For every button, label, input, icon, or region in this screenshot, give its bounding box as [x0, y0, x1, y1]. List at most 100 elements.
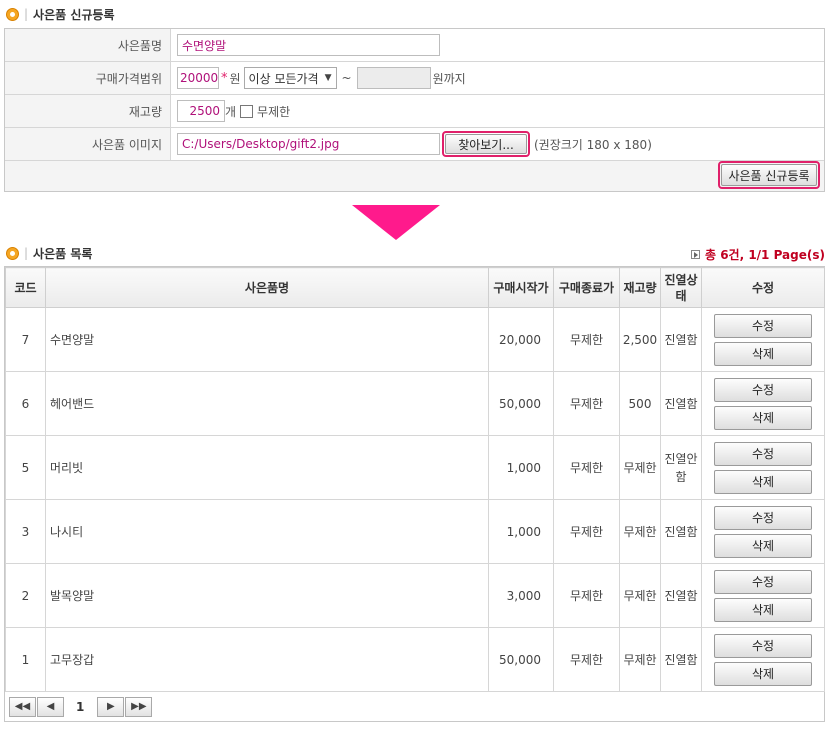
- delete-button[interactable]: 삭제: [714, 597, 812, 622]
- price-range-label: 구매가격범위: [5, 62, 171, 94]
- form-row-price: 구매가격범위 20000 * 원 이상 모든가격 ▼ ~ 원까지: [5, 62, 824, 95]
- cell-name: 머리빗: [45, 435, 489, 500]
- unlimited-checkbox[interactable]: [240, 104, 254, 118]
- delete-button[interactable]: 삭제: [714, 405, 812, 430]
- col-edit: 수정: [701, 267, 825, 308]
- register-section-title: | 사은품 신규등록: [6, 5, 115, 23]
- edit-button[interactable]: 수정: [714, 441, 812, 466]
- cell-start: 20,000: [488, 307, 554, 372]
- col-display: 진열상태: [660, 267, 702, 308]
- col-end-price: 구매종료가: [553, 267, 620, 308]
- size-hint: (권장크기 180 x 180): [534, 137, 652, 152]
- edit-button[interactable]: 수정: [714, 505, 812, 530]
- table-row: 3 나시티 1,000 무제한 무제한 진열함 수정 삭제: [5, 499, 825, 564]
- cell-stock: 500: [619, 371, 661, 436]
- col-name: 사은품명: [45, 267, 489, 308]
- stock-label: 재고량: [5, 95, 171, 127]
- image-label: 사은품 이미지: [5, 128, 171, 160]
- cell-code: 6: [5, 371, 46, 436]
- arrow-box-icon: [690, 249, 700, 259]
- cell-name: 발목양말: [45, 563, 489, 628]
- won-text: 원: [229, 71, 241, 86]
- cell-display: 진열함: [660, 307, 702, 372]
- delete-button[interactable]: 삭제: [714, 533, 812, 558]
- cell-name: 헤어밴드: [45, 371, 489, 436]
- cell-name: 수면양말: [45, 307, 489, 372]
- edit-button[interactable]: 수정: [714, 569, 812, 594]
- cell-end: 무제한: [553, 307, 620, 372]
- form-row-stock: 재고량 2500 개 무제한: [5, 95, 824, 128]
- cell-end: 무제한: [553, 435, 620, 500]
- cell-stock: 무제한: [619, 435, 661, 500]
- delete-button[interactable]: 삭제: [714, 469, 812, 494]
- unlimited-label: 무제한: [257, 104, 291, 119]
- table-header: 코드 사은품명 구매시작가 구매종료가 재고량 진열상태 수정: [5, 267, 825, 308]
- tilde-text: ~: [341, 71, 352, 85]
- cell-start: 1,000: [488, 499, 554, 564]
- pagination: ◀◀ ◀ 1 ▶ ▶▶: [4, 692, 825, 722]
- edit-button[interactable]: 수정: [714, 377, 812, 402]
- current-page[interactable]: 1: [76, 700, 84, 714]
- browse-button[interactable]: 찾아보기...: [445, 134, 527, 154]
- price-min-input[interactable]: 20000: [177, 67, 219, 89]
- delete-button[interactable]: 삭제: [714, 661, 812, 686]
- total-count: 총 6건, 1/1 Page(s): [690, 245, 825, 263]
- cell-stock: 2,500: [619, 307, 661, 372]
- price-range-select[interactable]: 이상 모든가격 ▼: [243, 67, 337, 89]
- stock-unit-text: 개: [225, 104, 237, 119]
- cell-actions: 수정 삭제: [701, 371, 825, 436]
- cell-actions: 수정 삭제: [701, 307, 825, 372]
- register-submit-button[interactable]: 사은품 신규등록: [721, 164, 817, 186]
- edit-button[interactable]: 수정: [714, 313, 812, 338]
- cell-start: 1,000: [488, 435, 554, 500]
- cell-end: 무제한: [553, 627, 620, 692]
- cell-code: 7: [5, 307, 46, 372]
- delete-button[interactable]: 삭제: [714, 341, 812, 366]
- down-arrow-icon: [352, 205, 440, 240]
- cell-start: 3,000: [488, 563, 554, 628]
- gift-list: 코드 사은품명 구매시작가 구매종료가 재고량 진열상태 수정 7 수면양말 2…: [4, 266, 825, 692]
- gift-name-input[interactable]: 수면양말: [177, 34, 440, 56]
- cell-start: 50,000: [488, 627, 554, 692]
- list-title: 사은품 목록: [33, 246, 93, 261]
- register-title: 사은품 신규등록: [33, 7, 115, 22]
- form-row-name: 사은품명 수면양말: [5, 29, 824, 62]
- col-code: 코드: [5, 267, 46, 308]
- image-path-input[interactable]: C:/Users/Desktop/gift2.jpg: [177, 133, 440, 155]
- cell-stock: 무제한: [619, 499, 661, 564]
- cell-name: 고무장갑: [45, 627, 489, 692]
- cell-code: 1: [5, 627, 46, 692]
- table-row: 6 헤어밴드 50,000 무제한 500 진열함 수정 삭제: [5, 371, 825, 436]
- name-label: 사은품명: [5, 29, 171, 61]
- list-section-title: | 사은품 목록: [6, 244, 92, 262]
- cell-start: 50,000: [488, 371, 554, 436]
- last-page-icon[interactable]: ▶▶: [125, 696, 153, 717]
- cell-end: 무제한: [553, 499, 620, 564]
- form-row-image: 사은품 이미지 C:/Users/Desktop/gift2.jpg 찾아보기.…: [5, 128, 824, 161]
- orange-bullet-icon: [6, 246, 19, 260]
- chevron-down-icon: ▼: [324, 73, 332, 83]
- cell-actions: 수정 삭제: [701, 499, 825, 564]
- gift-table: 코드 사은품명 구매시작가 구매종료가 재고량 진열상태 수정 7 수면양말 2…: [5, 267, 825, 692]
- cell-actions: 수정 삭제: [701, 435, 825, 500]
- total-text: 총 6건, 1/1 Page(s): [704, 247, 825, 262]
- browse-highlight: 찾아보기...: [442, 131, 530, 157]
- prev-page-icon[interactable]: ◀: [37, 696, 64, 717]
- stock-input[interactable]: 2500: [177, 100, 225, 122]
- won-until-text: 원까지: [432, 71, 466, 86]
- cell-code: 5: [5, 435, 46, 500]
- cell-end: 무제한: [553, 371, 620, 436]
- cell-display: 진열함: [660, 627, 702, 692]
- first-page-icon[interactable]: ◀◀: [9, 696, 36, 717]
- price-max-input[interactable]: [356, 67, 431, 89]
- table-row: 1 고무장갑 50,000 무제한 무제한 진열함 수정 삭제: [5, 627, 825, 692]
- cell-display: 진열함: [660, 563, 702, 628]
- cell-stock: 무제한: [619, 563, 661, 628]
- cell-actions: 수정 삭제: [701, 563, 825, 628]
- cell-display: 진열안함: [660, 435, 702, 500]
- next-page-icon[interactable]: ▶: [97, 696, 125, 717]
- cell-code: 3: [5, 499, 46, 564]
- edit-button[interactable]: 수정: [714, 633, 812, 658]
- table-row: 5 머리빗 1,000 무제한 무제한 진열안함 수정 삭제: [5, 435, 825, 500]
- col-stock: 재고량: [619, 267, 661, 308]
